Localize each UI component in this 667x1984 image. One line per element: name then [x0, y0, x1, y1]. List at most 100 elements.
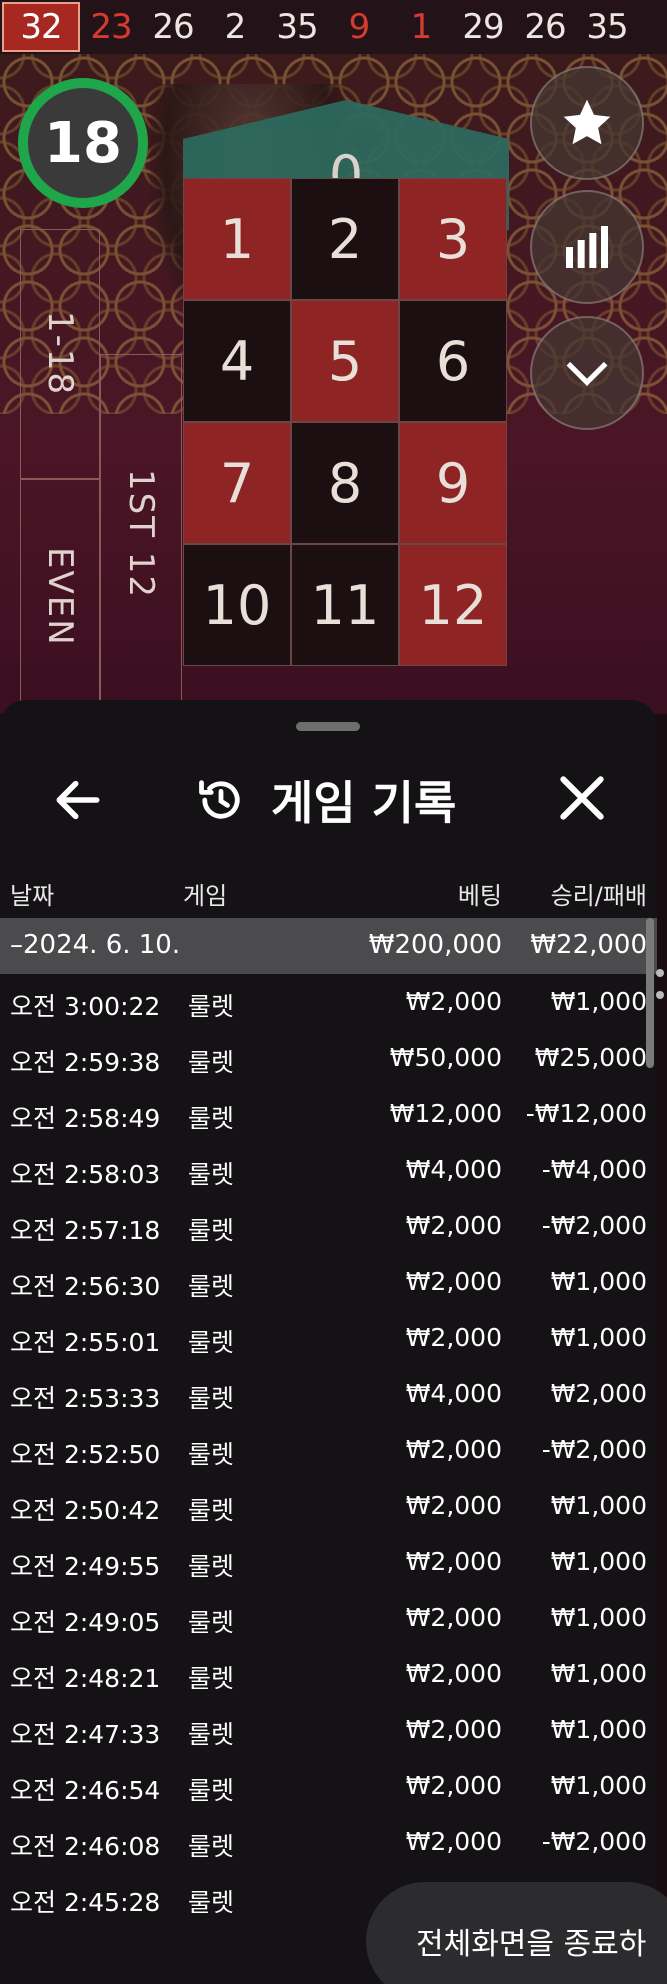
history-row[interactable]: 오전 2:50:42 룰렛 ₩2,000 ₩1,000: [0, 1478, 657, 1534]
history-row[interactable]: 오전 2:59:38 룰렛 ₩50,000 ₩25,000: [0, 1030, 657, 1086]
star-icon: [563, 99, 611, 145]
history-row[interactable]: 오전 2:46:08 룰렛 ₩2,000 -₩2,000: [0, 1814, 657, 1870]
row-bet: ₩2,000: [405, 1715, 502, 1744]
number-9[interactable]: 9: [399, 422, 507, 544]
row-result: ₩1,000: [550, 1323, 647, 1352]
number-7[interactable]: 7: [183, 422, 291, 544]
row-bet: ₩2,000: [405, 987, 502, 1016]
number-3[interactable]: 3: [399, 178, 507, 300]
row-time: 오전 2:50:42: [10, 1496, 161, 1525]
bet-first-12-label: 1ST 12: [121, 468, 161, 600]
favorites-button[interactable]: [530, 66, 644, 180]
row-result: ₩1,000: [550, 1603, 647, 1632]
row-time: 오전 3:00:22: [10, 992, 161, 1021]
row-time: 오전 2:47:33: [10, 1720, 161, 1749]
row-time: 오전 2:59:38: [10, 1048, 161, 1077]
history-icon: [199, 780, 240, 819]
bet-1-18[interactable]: 1-18: [20, 229, 100, 479]
history-row[interactable]: 오전 2:56:30 룰렛 ₩2,000 ₩1,000: [0, 1254, 657, 1310]
date-summary-row[interactable]: –2024. 6. 10. ₩200,000 ₩22,000: [0, 918, 657, 974]
bet-1-18-label: 1-18: [40, 311, 80, 397]
recent-result: 35: [276, 7, 318, 47]
history-row[interactable]: 오전 2:49:55 룰렛 ₩2,000 ₩1,000: [0, 1534, 657, 1590]
row-result: ₩1,000: [550, 1659, 647, 1688]
row-result: ₩25,000: [534, 1043, 647, 1072]
history-row[interactable]: 오전 2:46:54 룰렛 ₩2,000 ₩1,000: [0, 1758, 657, 1814]
bet-first-12[interactable]: 1ST 12: [100, 354, 182, 714]
row-result: -₩12,000: [525, 1099, 647, 1128]
row-bet: ₩2,000: [405, 1435, 502, 1464]
recent-result: 26: [524, 7, 566, 47]
column-bet: 베팅: [457, 882, 502, 910]
history-row[interactable]: 오전 2:47:33 룰렛 ₩2,000 ₩1,000: [0, 1702, 657, 1758]
history-row[interactable]: 오전 2:49:05 룰렛 ₩2,000 ₩1,000: [0, 1590, 657, 1646]
row-result: ₩1,000: [550, 1715, 647, 1744]
exit-fullscreen-toast[interactable]: 전체화면을 종료하: [366, 1882, 667, 1984]
number-5[interactable]: 5: [291, 300, 399, 422]
row-bet: ₩50,000: [389, 1043, 502, 1072]
bet-even[interactable]: EVEN: [20, 479, 100, 714]
row-time: 오전 2:57:18: [10, 1216, 161, 1245]
more-options-icon[interactable]: [656, 963, 667, 1023]
row-bet: ₩2,000: [405, 1603, 502, 1632]
recent-results-strip: 32 23 26 2 35 9 1 29 26 35: [0, 0, 667, 54]
history-row[interactable]: 오전 2:58:49 룰렛 ₩12,000 -₩12,000: [0, 1086, 657, 1142]
number-2[interactable]: 2: [291, 178, 399, 300]
arrow-left-icon[interactable]: [50, 772, 106, 828]
row-result: -₩4,000: [541, 1155, 647, 1184]
scrollbar[interactable]: [646, 918, 654, 1068]
collapse-button[interactable]: [530, 316, 644, 430]
history-row[interactable]: 오전 2:52:50 룰렛 ₩2,000 -₩2,000: [0, 1422, 657, 1478]
statistics-button[interactable]: [530, 190, 644, 304]
number-11[interactable]: 11: [291, 544, 399, 666]
number-10[interactable]: 10: [183, 544, 291, 666]
panel-title: 게임 기록: [271, 776, 457, 830]
row-result: -₩2,000: [541, 1211, 647, 1240]
history-row[interactable]: 오전 2:57:18 룰렛 ₩2,000 -₩2,000: [0, 1198, 657, 1254]
number-6[interactable]: 6: [399, 300, 507, 422]
row-time: 오전 2:46:08: [10, 1832, 161, 1861]
panel-header: 게임 기록: [0, 750, 657, 860]
row-bet: ₩4,000: [405, 1155, 502, 1184]
row-game: 룰렛: [188, 1104, 235, 1133]
recent-result: 23: [90, 7, 132, 47]
history-list: –2024. 6. 10. ₩200,000 ₩22,000 오전 3:00:2…: [0, 918, 657, 1926]
row-result: ₩1,000: [550, 1491, 647, 1520]
history-row[interactable]: 오전 2:58:03 룰렛 ₩4,000 -₩4,000: [0, 1142, 657, 1198]
row-game: 룰렛: [188, 1776, 235, 1805]
recent-result: 9: [348, 7, 371, 47]
chevron-down-icon: [566, 361, 608, 386]
row-time: 오전 2:49:55: [10, 1552, 161, 1581]
number-1[interactable]: 1: [183, 178, 291, 300]
bet-even-label: EVEN: [40, 546, 80, 647]
number-12[interactable]: 12: [399, 544, 507, 666]
drag-handle[interactable]: [296, 722, 360, 731]
number-8[interactable]: 8: [291, 422, 399, 544]
history-row[interactable]: 오전 2:48:21 룰렛 ₩2,000 ₩1,000: [0, 1646, 657, 1702]
row-game: 룰렛: [188, 1552, 235, 1581]
row-game: 룰렛: [188, 1384, 235, 1413]
recent-result: 2: [224, 7, 247, 47]
row-bet: ₩12,000: [389, 1099, 502, 1128]
number-4[interactable]: 4: [183, 300, 291, 422]
row-time: 오전 2:58:49: [10, 1104, 161, 1133]
row-game: 룰렛: [188, 1328, 235, 1357]
close-icon[interactable]: [554, 770, 610, 826]
game-history-panel: 게임 기록 날짜 게임 베팅 승리/패배 –2024. 6. 10. ₩200,…: [0, 700, 657, 1984]
row-time: 오전 2:46:54: [10, 1776, 161, 1805]
row-game: 룰렛: [188, 992, 235, 1021]
row-time: 오전 2:45:28: [10, 1888, 161, 1917]
row-bet: ₩2,000: [405, 1267, 502, 1296]
history-row[interactable]: 오전 3:00:22 룰렛 ₩2,000 ₩1,000: [0, 974, 657, 1030]
recent-result: 35: [586, 7, 628, 47]
history-row[interactable]: 오전 2:55:01 룰렛 ₩2,000 ₩1,000: [0, 1310, 657, 1366]
row-bet: ₩2,000: [405, 1211, 502, 1240]
history-row[interactable]: 오전 2:53:33 룰렛 ₩4,000 ₩2,000: [0, 1366, 657, 1422]
row-game: 룰렛: [188, 1664, 235, 1693]
row-result: -₩2,000: [541, 1827, 647, 1856]
row-game: 룰렛: [188, 1720, 235, 1749]
row-result: -₩2,000: [541, 1435, 647, 1464]
summary-bet: ₩200,000: [368, 930, 502, 960]
row-bet: ₩2,000: [405, 1659, 502, 1688]
column-date: 날짜: [10, 882, 55, 910]
